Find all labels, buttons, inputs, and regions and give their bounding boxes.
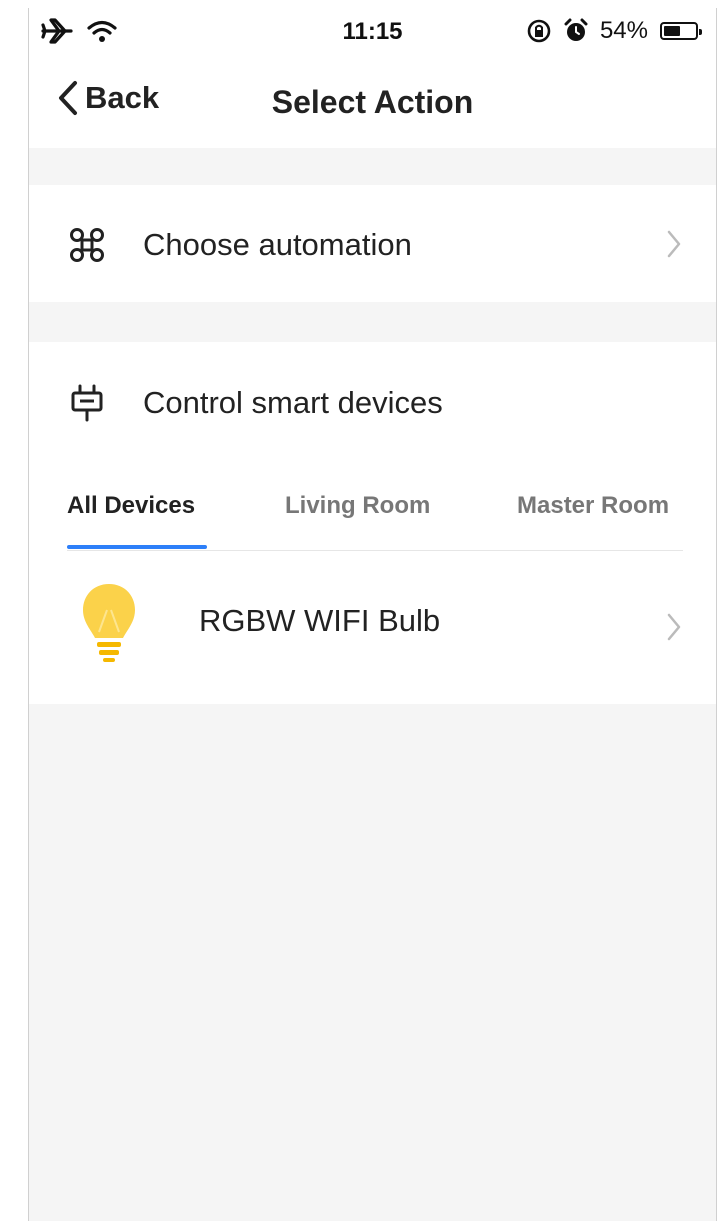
chevron-right-icon — [667, 613, 681, 641]
battery-icon — [660, 22, 702, 40]
battery-fill — [664, 26, 680, 36]
choose-automation-label: Choose automation — [143, 227, 412, 262]
alarm-icon — [564, 18, 588, 41]
page-title: Select Action — [271, 84, 474, 120]
tab-living-room[interactable]: Living Room — [285, 492, 430, 520]
room-tabs: All Devices Living Room Master Room — [67, 472, 683, 551]
orientation-lock-icon — [527, 19, 551, 43]
chevron-right-icon — [667, 230, 681, 258]
battery-percent: 54% — [599, 17, 648, 44]
command-icon — [70, 228, 104, 262]
control-smart-devices-section: Control smart devices All Devices Living… — [29, 342, 716, 704]
navigation-bar: Back Select Action — [29, 54, 716, 148]
device-name: RGBW WIFI Bulb — [199, 603, 441, 638]
status-bar: 11:15 54% — [29, 8, 716, 54]
plug-icon — [71, 384, 103, 422]
choose-automation-row[interactable]: Choose automation — [29, 185, 716, 302]
bulb-icon — [83, 584, 135, 662]
device-row[interactable]: RGBW WIFI Bulb — [29, 550, 716, 704]
battery-nub — [699, 29, 702, 35]
tab-master-room[interactable]: Master Room — [517, 492, 669, 520]
active-tab-indicator — [67, 545, 207, 549]
status-right: 54% — [526, 17, 702, 45]
phone-screen: 11:15 54% Back Select Action Choose auto… — [28, 8, 717, 1221]
control-smart-devices-label: Control smart devices — [143, 385, 443, 420]
tab-all-devices[interactable]: All Devices — [67, 492, 195, 520]
